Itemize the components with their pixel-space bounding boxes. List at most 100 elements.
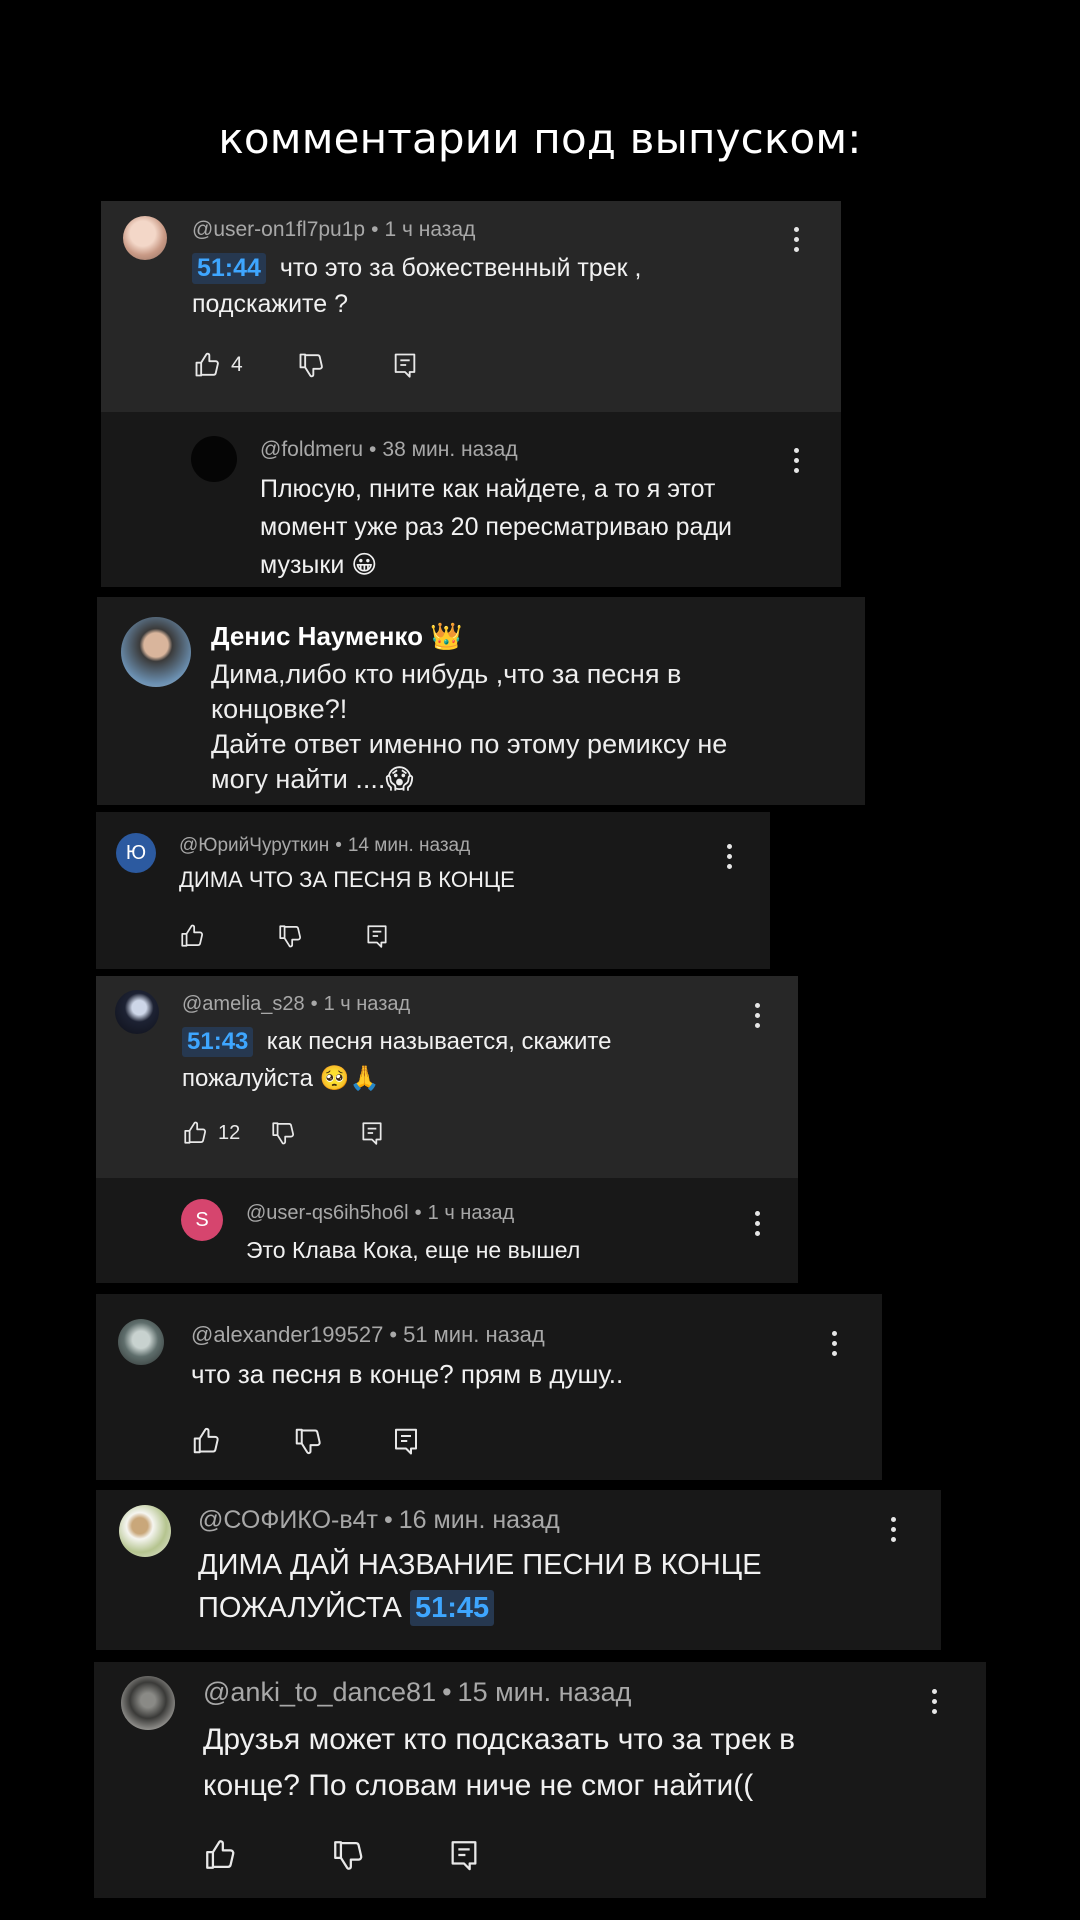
thumb-down-icon: [297, 351, 325, 379]
comment-meta: @ЮрийЧуруткин • 14 мин. назад: [179, 835, 471, 856]
comment-card: @user-on1fl7pu1p • 1 ч назад 51:44 что это…: [101, 201, 841, 412]
more-vert-icon[interactable]: [929, 1689, 939, 1714]
reply-button[interactable]: [447, 1838, 481, 1872]
comment-text: Плюсую, пните как найдете, а то я этот м…: [260, 475, 732, 579]
thumb-up-icon: [193, 351, 221, 379]
comment-time: 15 мин. назад: [457, 1677, 632, 1707]
dislike-button[interactable]: [293, 1426, 323, 1456]
avatar[interactable]: [118, 1319, 164, 1365]
more-vert-icon[interactable]: [888, 1517, 898, 1542]
comment-time: 1 ч назад: [384, 218, 476, 241]
comment-text: Это Клава Кока, еще не вышел: [246, 1237, 581, 1263]
comment-actions: 12: [182, 1120, 385, 1146]
comment-meta: @СОФИКО-в4т • 16 мин. назад: [198, 1506, 560, 1534]
avatar[interactable]: [121, 1676, 175, 1730]
dislike-button[interactable]: [277, 923, 303, 949]
timestamp-link[interactable]: 51:45: [409, 1590, 495, 1627]
avatar[interactable]: [191, 436, 237, 482]
reply-icon: [391, 351, 419, 379]
username[interactable]: @alexander199527: [191, 1322, 383, 1347]
comment-text: ДИМА ДАЙ НАЗВАНИЕ ПЕСНИ В КОНЦЕ ПОЖАЛУЙС…: [198, 1544, 762, 1630]
comment-card: @anki_to_dance81 • 15 мин. назад Друзья мо…: [94, 1662, 986, 1898]
like-button[interactable]: [203, 1838, 237, 1872]
comment-text: что за песня в конце? прям в душу..: [191, 1359, 624, 1389]
like-button[interactable]: 4: [193, 351, 243, 379]
thumb-down-icon: [331, 1838, 365, 1872]
thumb-up-icon: [179, 923, 205, 949]
reply-button[interactable]: [359, 1120, 385, 1146]
reply-icon: [359, 1120, 385, 1146]
comment-time: 14 мин. назад: [347, 835, 471, 856]
comment-card: @amelia_s28 • 1 ч назад 51:43 как песня на…: [96, 976, 798, 1178]
comment-actions: 4: [193, 351, 419, 379]
comment-time: 16 мин. назад: [398, 1506, 560, 1534]
reply-icon: [364, 923, 390, 949]
reply-card: @foldmeru • 38 мин. назад Плюсую, пните ка…: [101, 412, 841, 587]
username[interactable]: Денис Науменко: [211, 621, 423, 651]
dislike-button[interactable]: [331, 1838, 365, 1872]
avatar[interactable]: [123, 216, 167, 260]
comment-time: 38 мин. назад: [382, 438, 518, 461]
username[interactable]: @СОФИКО-в4т: [198, 1506, 378, 1534]
comment-meta: @user-on1fl7pu1p • 1 ч назад: [192, 218, 476, 241]
avatar[interactable]: [121, 617, 191, 687]
username[interactable]: @foldmeru: [260, 438, 363, 461]
timestamp-link[interactable]: 51:43: [182, 1027, 254, 1057]
username[interactable]: @ЮрийЧуруткин: [179, 835, 329, 856]
comment-time: 1 ч назад: [427, 1202, 515, 1224]
thumb-up-icon: [182, 1120, 208, 1146]
like-count: 12: [218, 1121, 241, 1144]
comment-text: Дима,либо кто нибудь ,что за песня в кон…: [211, 659, 728, 795]
grin-emoji: 😀: [351, 550, 378, 579]
comment-card: @СОФИКО-в4т • 16 мин. назад ДИМА ДАЙ НАЗВА…: [96, 1490, 941, 1650]
reply-card: S @user-qs6ih5ho6l • 1 ч назад Это Клава К…: [96, 1178, 798, 1283]
more-vert-icon[interactable]: [829, 1331, 839, 1356]
reply-button[interactable]: [391, 1426, 421, 1456]
avatar[interactable]: S: [181, 1199, 223, 1241]
comment-text: Друзья может кто подсказать что за трек …: [203, 1723, 796, 1802]
avatar[interactable]: Ю: [116, 833, 156, 873]
comment-text: 51:44 что это за божественный трек , под…: [192, 253, 642, 319]
avatar[interactable]: [119, 1505, 171, 1557]
username[interactable]: @amelia_s28: [182, 993, 305, 1015]
scream-emoji: 😱: [385, 764, 414, 795]
more-vert-icon[interactable]: [791, 448, 801, 473]
thumb-down-icon: [293, 1426, 323, 1456]
comment-card: Ю @ЮрийЧуруткин • 14 мин. назад ДИМА ЧТО З…: [96, 812, 770, 969]
comment-time: 1 ч назад: [323, 993, 411, 1015]
like-button[interactable]: [191, 1426, 221, 1456]
thumb-down-icon: [270, 1120, 296, 1146]
comment-meta: @anki_to_dance81 • 15 мин. назад: [203, 1677, 632, 1707]
like-button[interactable]: [179, 923, 205, 949]
like-count: 4: [231, 353, 243, 376]
thumb-down-icon: [277, 923, 303, 949]
dislike-button[interactable]: [270, 1120, 296, 1146]
more-vert-icon[interactable]: [752, 1211, 762, 1236]
comment-text: 51:43 как песня называется, скажите пожа…: [182, 1027, 612, 1092]
comment-author: Денис Науменко 👑: [211, 621, 463, 652]
username[interactable]: @anki_to_dance81: [203, 1677, 436, 1707]
comment-card: @alexander199527 • 51 мин. назад что за пе…: [96, 1294, 882, 1480]
username[interactable]: @user-on1fl7pu1p: [192, 218, 365, 241]
username[interactable]: @user-qs6ih5ho6l: [246, 1202, 409, 1224]
like-button[interactable]: 12: [182, 1120, 240, 1146]
comment-meta: @user-qs6ih5ho6l • 1 ч назад: [246, 1202, 515, 1224]
comment-actions: [191, 1426, 421, 1456]
reply-icon: [391, 1426, 421, 1456]
reply-icon: [447, 1838, 481, 1872]
dislike-button[interactable]: [297, 351, 325, 379]
comment-meta: @alexander199527 • 51 мин. назад: [191, 1322, 545, 1347]
timestamp-link[interactable]: 51:44: [192, 253, 266, 285]
thumb-up-icon: [191, 1426, 221, 1456]
reply-button[interactable]: [391, 351, 419, 379]
comment-text: ДИМА ЧТО ЗА ПЕСНЯ В КОНЦЕ: [179, 867, 515, 892]
comment-actions: [179, 923, 390, 949]
reply-button[interactable]: [364, 923, 390, 949]
avatar[interactable]: [115, 990, 159, 1034]
more-vert-icon[interactable]: [791, 227, 801, 252]
more-vert-icon[interactable]: [724, 844, 734, 869]
thumb-up-icon: [203, 1838, 237, 1872]
pleading-pray-emoji: 🥺🙏: [319, 1064, 380, 1092]
more-vert-icon[interactable]: [752, 1003, 762, 1028]
comment-meta: @foldmeru • 38 мин. назад: [260, 438, 518, 461]
